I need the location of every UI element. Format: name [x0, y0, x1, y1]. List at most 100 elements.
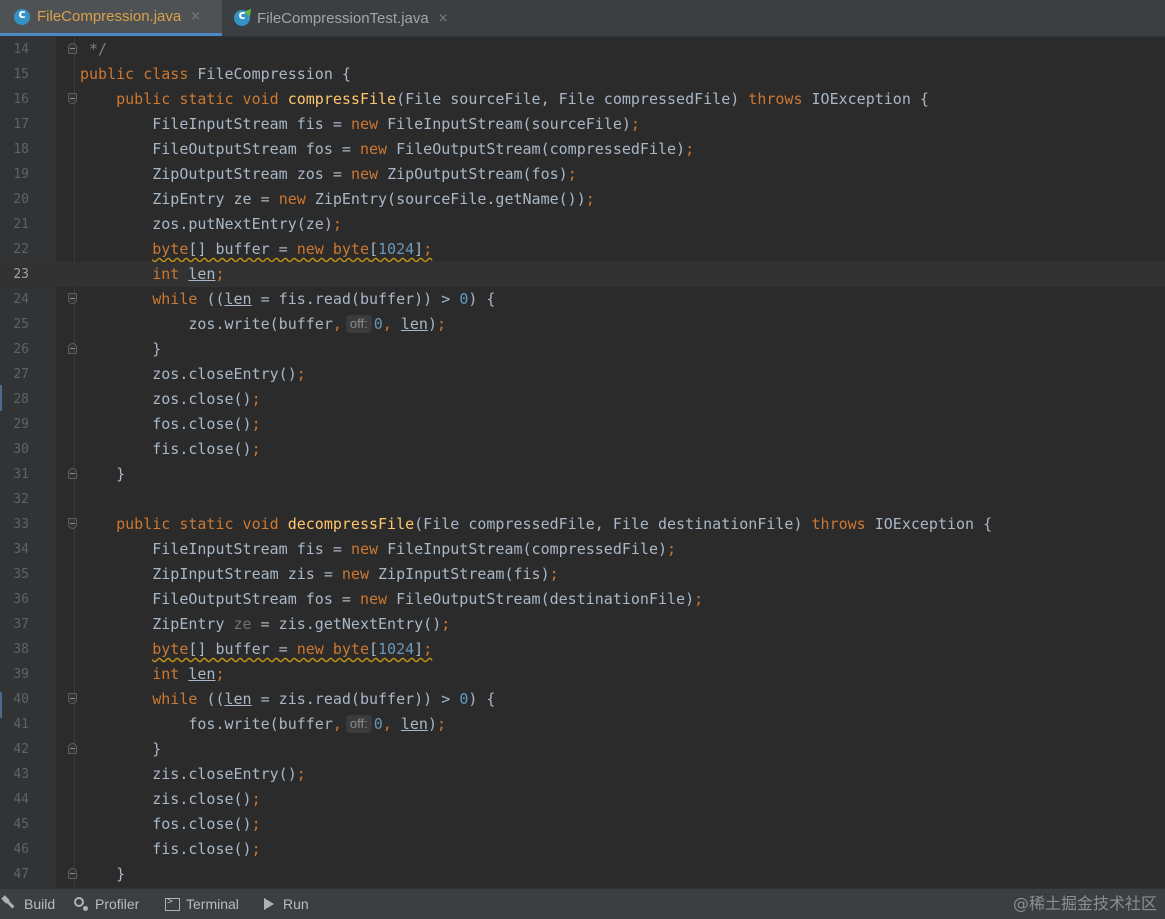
code-line[interactable]: 34 FileInputStream fis = new FileInputSt…	[0, 537, 1165, 562]
code-token: ZipInputStream(fis)	[378, 565, 550, 583]
code-token: (File sourceFile, File compressedFile)	[396, 90, 749, 108]
code-line[interactable]: 27 zos.closeEntry();	[0, 362, 1165, 387]
code-token: [] buffer =	[188, 240, 297, 258]
close-icon[interactable]: ×	[438, 11, 449, 26]
tab-file-compression[interactable]: FileCompression.java ×	[0, 0, 222, 36]
code-token: int	[152, 665, 189, 683]
code-line[interactable]: 41 fos.write(buffer, off: 0, len);	[0, 712, 1165, 737]
fold-open-icon[interactable]	[68, 693, 77, 704]
code-token: len	[188, 665, 216, 683]
line-number: 24	[13, 292, 29, 307]
code-token: ZipEntry(sourceFile.getName())	[314, 190, 586, 208]
code-line[interactable]: 24 while ((len = fis.read(buffer)) > 0) …	[0, 287, 1165, 312]
close-icon[interactable]: ×	[190, 9, 201, 24]
code-token: [	[369, 640, 379, 658]
code-line[interactable]: 31 }	[0, 462, 1165, 487]
fold-open-icon[interactable]	[68, 293, 77, 304]
code-text: }	[80, 337, 161, 362]
code-line[interactable]: 22 byte[] buffer = new byte[1024];	[0, 237, 1165, 262]
code-token: ]	[414, 640, 424, 658]
code-line[interactable]: 39 int len;	[0, 662, 1165, 687]
code-line[interactable]: 16 public static void compressFile(File …	[0, 87, 1165, 112]
code-line[interactable]: 28 zos.close();	[0, 387, 1165, 412]
code-line[interactable]: 38 byte[] buffer = new byte[1024];	[0, 637, 1165, 662]
fold-open-icon[interactable]	[68, 518, 77, 529]
code-text: zos.putNextEntry(ze);	[80, 212, 342, 237]
line-number: 32	[13, 492, 29, 507]
profiler-icon	[73, 896, 89, 912]
code-token: fos.close()	[80, 815, 252, 833]
code-token: zis.close()	[80, 790, 252, 808]
line-number: 26	[13, 342, 29, 357]
code-token: [] buffer =	[188, 640, 297, 658]
code-token: 1024	[378, 640, 415, 658]
code-token: ;	[549, 565, 559, 583]
code-text: FileInputStream fis = new FileInputStrea…	[80, 537, 676, 562]
code-line[interactable]: 18 FileOutputStream fos = new FileOutput…	[0, 137, 1165, 162]
line-number: 29	[13, 417, 29, 432]
fold-close-icon[interactable]	[68, 468, 77, 479]
code-editor[interactable]: 14 */15 public class FileCompression {16 …	[0, 37, 1165, 888]
code-line[interactable]: 33 public static void decompressFile(Fil…	[0, 512, 1165, 537]
code-token: FileInputStream(sourceFile)	[387, 115, 631, 133]
profiler-tool-button[interactable]: Profiler	[73, 889, 139, 919]
code-line[interactable]: 26 }	[0, 337, 1165, 362]
code-token: new	[341, 565, 379, 583]
code-token: 0	[373, 715, 383, 733]
code-token: ;	[585, 190, 595, 208]
code-line[interactable]: 19 ZipOutputStream zos = new ZipOutputSt…	[0, 162, 1165, 187]
build-tool-button[interactable]: Build	[2, 889, 55, 919]
code-line[interactable]: 40 while ((len = zis.read(buffer)) > 0) …	[0, 687, 1165, 712]
watermark: @稀土掘金技术社区	[1012, 894, 1157, 913]
code-text: FileInputStream fis = new FileInputStrea…	[80, 112, 640, 137]
code-line[interactable]: 32	[0, 487, 1165, 512]
terminal-tool-button[interactable]: Terminal	[165, 889, 239, 919]
code-token: len	[224, 690, 252, 708]
code-text: fis.close();	[80, 837, 261, 862]
line-number: 39	[13, 667, 29, 682]
fold-close-icon[interactable]	[68, 43, 77, 54]
code-line[interactable]: 14 */	[0, 37, 1165, 62]
code-token: }	[80, 740, 162, 758]
code-line[interactable]: 29 fos.close();	[0, 412, 1165, 437]
code-line[interactable]: 37 ZipEntry ze = zis.getNextEntry();	[0, 612, 1165, 637]
code-line[interactable]: 30 fis.close();	[0, 437, 1165, 462]
code-line[interactable]: 36 FileOutputStream fos = new FileOutput…	[0, 587, 1165, 612]
code-line[interactable]: 21 zos.putNextEntry(ze);	[0, 212, 1165, 237]
fold-open-icon[interactable]	[68, 93, 77, 104]
fold-close-icon[interactable]	[68, 343, 77, 354]
fold-close-icon[interactable]	[68, 868, 77, 879]
code-line[interactable]: 43 zis.closeEntry();	[0, 762, 1165, 787]
code-line[interactable]: 20 ZipEntry ze = new ZipEntry(sourceFile…	[0, 187, 1165, 212]
tab-file-compression-test[interactable]: FileCompressionTest.java ×	[220, 0, 470, 36]
code-token: ;	[694, 590, 704, 608]
code-line[interactable]: 47 }	[0, 862, 1165, 887]
run-tool-button[interactable]: Run	[261, 889, 309, 919]
code-line[interactable]: 44 zis.close();	[0, 787, 1165, 812]
code-line[interactable]: 25 zos.write(buffer, off: 0, len);	[0, 312, 1165, 337]
code-line[interactable]: 17 FileInputStream fis = new FileInputSt…	[0, 112, 1165, 137]
code-line[interactable]: 45 fos.close();	[0, 812, 1165, 837]
code-token: ;	[423, 640, 433, 658]
code-text: }	[80, 462, 125, 487]
code-token: ;	[251, 840, 261, 858]
fold-close-icon[interactable]	[68, 743, 77, 754]
code-text: zis.closeEntry();	[80, 762, 306, 787]
code-token: ,	[332, 715, 342, 733]
code-line[interactable]: 46 fis.close();	[0, 837, 1165, 862]
code-line[interactable]: 42 }	[0, 737, 1165, 762]
code-token: FileInputStream fis =	[80, 115, 351, 133]
line-number: 17	[13, 117, 29, 132]
code-line[interactable]: 23 int len;	[0, 262, 1165, 287]
line-number: 15	[13, 67, 29, 82]
line-number: 37	[13, 617, 29, 632]
code-line[interactable]: 15 public class FileCompression {	[0, 62, 1165, 87]
code-text: }	[80, 737, 161, 762]
code-line[interactable]: 35 ZipInputStream zis = new ZipInputStre…	[0, 562, 1165, 587]
code-text: byte[] buffer = new byte[1024];	[80, 637, 432, 662]
code-token: ;	[251, 790, 261, 808]
code-token: ZipEntry ze =	[80, 190, 279, 208]
code-token: zos.write(buffer	[80, 315, 333, 333]
